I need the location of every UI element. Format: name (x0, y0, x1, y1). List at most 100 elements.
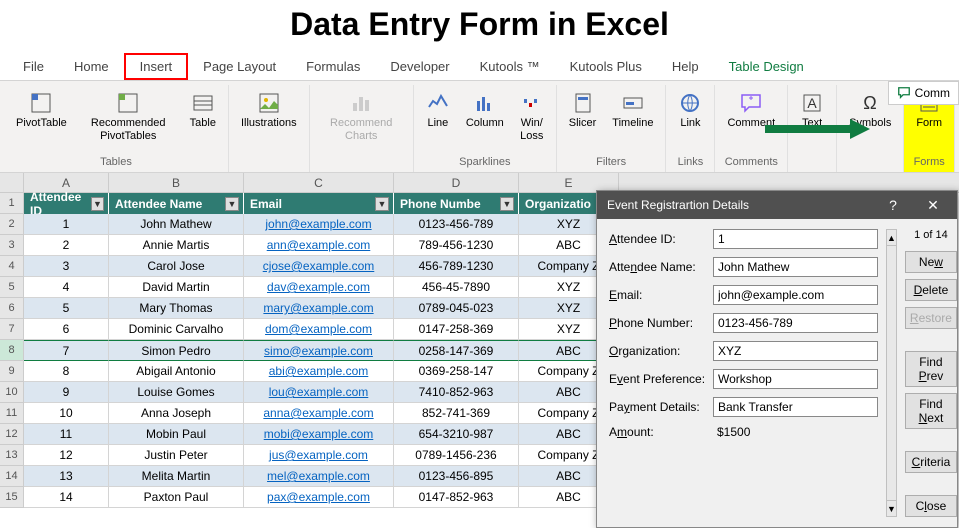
cell-email[interactable]: jus@example.com (244, 445, 394, 466)
comments-pane-button[interactable]: Comm (888, 81, 959, 105)
cell-email[interactable]: ann@example.com (244, 235, 394, 256)
ribbon-tab-help[interactable]: Help (657, 53, 714, 80)
ribbon-tab-kutools-plus[interactable]: Kutools Plus (555, 53, 657, 80)
row-header[interactable]: 10 (0, 382, 24, 403)
form-scrollbar[interactable]: ▲ ▼ (886, 229, 897, 517)
row-header[interactable]: 11 (0, 403, 24, 424)
row-header[interactable]: 6 (0, 298, 24, 319)
cell-email[interactable]: anna@example.com (244, 403, 394, 424)
table-row[interactable]: 10Anna Josephanna@example.com852-741-369… (24, 403, 619, 424)
cell-email[interactable]: mobi@example.com (244, 424, 394, 445)
cell-phone[interactable]: 852-741-369 (394, 403, 519, 424)
cell-id[interactable]: 2 (24, 235, 109, 256)
cell-name[interactable]: Abigail Antonio (109, 361, 244, 382)
cell-name[interactable]: Dominic Carvalho (109, 319, 244, 340)
filter-dropdown-icon[interactable]: ▼ (375, 197, 389, 211)
cell-id[interactable]: 1 (24, 214, 109, 235)
input-event-pref[interactable] (713, 369, 878, 389)
cell-name[interactable]: Louise Gomes (109, 382, 244, 403)
ribbon-tab-home[interactable]: Home (59, 53, 124, 80)
cell-phone[interactable]: 0258-147-369 (394, 340, 519, 361)
row-header[interactable]: 3 (0, 235, 24, 256)
cell-name[interactable]: Paxton Paul (109, 487, 244, 508)
cell-id[interactable]: 9 (24, 382, 109, 403)
table-row[interactable]: 13Melita Martinmel@example.com0123-456-8… (24, 466, 619, 487)
cell-email[interactable]: pax@example.com (244, 487, 394, 508)
cell-phone[interactable]: 0147-258-369 (394, 319, 519, 340)
cell-name[interactable]: Carol Jose (109, 256, 244, 277)
cell-email[interactable]: mary@example.com (244, 298, 394, 319)
cell-phone[interactable]: 0369-258-147 (394, 361, 519, 382)
cell-phone[interactable]: 456-789-1230 (394, 256, 519, 277)
cell-name[interactable]: John Mathew (109, 214, 244, 235)
cell-id[interactable]: 8 (24, 361, 109, 382)
criteria-button[interactable]: Criteria (905, 451, 957, 473)
sparkline-line-button[interactable]: Line (420, 87, 456, 154)
table-row[interactable]: 14Paxton Paulpax@example.com0147-852-963… (24, 487, 619, 508)
row-header[interactable]: 14 (0, 466, 24, 487)
col-header[interactable]: C (244, 173, 394, 192)
cell-id[interactable]: 10 (24, 403, 109, 424)
filter-dropdown-icon[interactable]: ▼ (225, 197, 239, 211)
recommended-charts-button[interactable]: Recommend Charts (316, 87, 407, 166)
find-prev-button[interactable]: Find Prev (905, 351, 957, 387)
cell-id[interactable]: 4 (24, 277, 109, 298)
table-button[interactable]: Table (184, 87, 222, 154)
row-header[interactable]: 15 (0, 487, 24, 508)
recommended-pivottables-button[interactable]: Recommended PivotTables (77, 87, 180, 154)
cell-name[interactable]: Mobin Paul (109, 424, 244, 445)
cell-name[interactable]: Justin Peter (109, 445, 244, 466)
cell-name[interactable]: Annie Martis (109, 235, 244, 256)
ribbon-tab-kutools-[interactable]: Kutools ™ (465, 53, 555, 80)
scroll-down-icon[interactable]: ▼ (887, 500, 896, 516)
table-row[interactable]: 3Carol Josecjose@example.com456-789-1230… (24, 256, 619, 277)
input-attendee-id[interactable] (713, 229, 878, 249)
cell-email[interactable]: mel@example.com (244, 466, 394, 487)
cell-id[interactable]: 3 (24, 256, 109, 277)
row-header[interactable]: 9 (0, 361, 24, 382)
row-header[interactable]: 7 (0, 319, 24, 340)
illustrations-button[interactable]: Illustrations (235, 87, 303, 166)
table-row[interactable]: 5Mary Thomasmary@example.com0789-045-023… (24, 298, 619, 319)
cell-phone[interactable]: 0789-1456-236 (394, 445, 519, 466)
timeline-button[interactable]: Timeline (606, 87, 659, 154)
cell-phone[interactable]: 0123-456-895 (394, 466, 519, 487)
table-row[interactable]: 4David Martindav@example.com456-45-7890X… (24, 277, 619, 298)
cell-phone[interactable]: 0123-456-789 (394, 214, 519, 235)
row-header[interactable]: 12 (0, 424, 24, 445)
cell-name[interactable]: Melita Martin (109, 466, 244, 487)
pivottable-button[interactable]: PivotTable (10, 87, 73, 154)
table-row[interactable]: 7Simon Pedrosimo@example.com0258-147-369… (24, 340, 619, 361)
cell-name[interactable]: David Martin (109, 277, 244, 298)
find-next-button[interactable]: Find Next (905, 393, 957, 429)
cell-email[interactable]: lou@example.com (244, 382, 394, 403)
cell-name[interactable]: Simon Pedro (109, 340, 244, 361)
ribbon-tab-developer[interactable]: Developer (375, 53, 464, 80)
sparkline-column-button[interactable]: Column (460, 87, 510, 154)
row-header[interactable]: 13 (0, 445, 24, 466)
cell-phone[interactable]: 0789-045-023 (394, 298, 519, 319)
cell-id[interactable]: 11 (24, 424, 109, 445)
cell-email[interactable]: simo@example.com (244, 340, 394, 361)
cell-id[interactable]: 13 (24, 466, 109, 487)
help-button[interactable]: ? (873, 191, 913, 219)
slicer-button[interactable]: Slicer (563, 87, 603, 154)
dialog-titlebar[interactable]: Event Registrartion Details ? ✕ (597, 191, 957, 219)
table-row[interactable]: 1John Mathewjohn@example.com0123-456-789… (24, 214, 619, 235)
cell-phone[interactable]: 654-3210-987 (394, 424, 519, 445)
row-header[interactable]: 1 (0, 193, 24, 214)
delete-button[interactable]: Delete (905, 279, 957, 301)
close-icon[interactable]: ✕ (913, 191, 953, 219)
cell-name[interactable]: Anna Joseph (109, 403, 244, 424)
table-row[interactable]: 9Louise Gomeslou@example.com7410-852-963… (24, 382, 619, 403)
input-phone[interactable] (713, 313, 878, 333)
scroll-up-icon[interactable]: ▲ (887, 230, 896, 246)
filter-dropdown-icon[interactable]: ▼ (500, 197, 514, 211)
table-row[interactable]: 6Dominic Carvalhodom@example.com0147-258… (24, 319, 619, 340)
row-header[interactable]: 5 (0, 277, 24, 298)
cell-email[interactable]: john@example.com (244, 214, 394, 235)
row-header[interactable]: 8 (0, 340, 24, 361)
cell-phone[interactable]: 456-45-7890 (394, 277, 519, 298)
cell-email[interactable]: dav@example.com (244, 277, 394, 298)
cell-email[interactable]: cjose@example.com (244, 256, 394, 277)
